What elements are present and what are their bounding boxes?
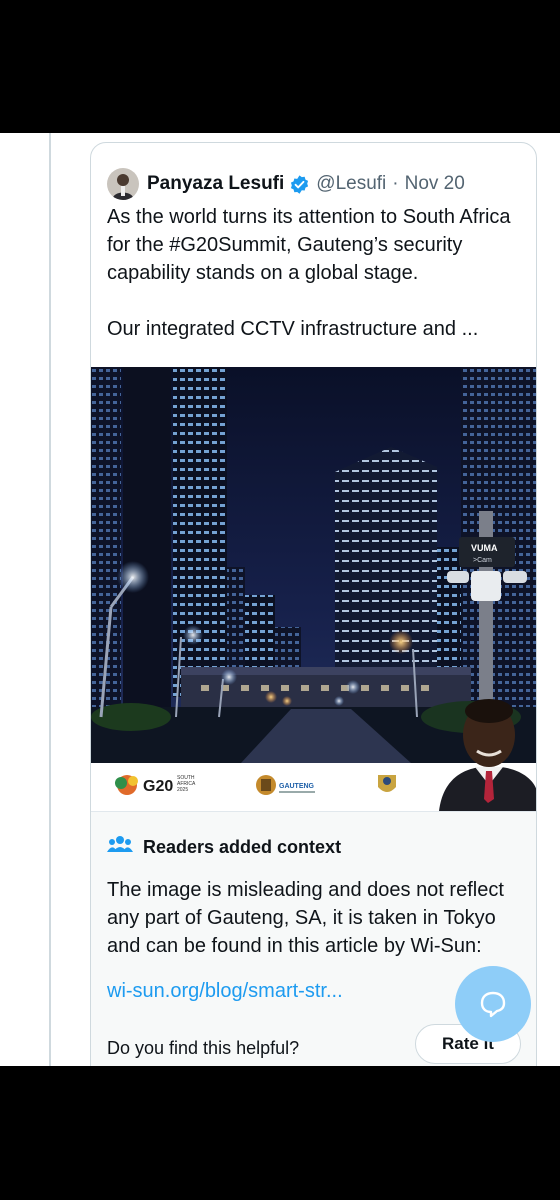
g20-label: G20 — [143, 778, 173, 795]
timeline-screen: Panyaza Lesufi @Lesufi · Nov 20 As the w… — [0, 133, 560, 1066]
post-image[interactable]: VUMA >Cam G20 SOUTH AFRICA 2025 GAUTENG — [91, 367, 536, 811]
author-name[interactable]: Panyaza Lesufi — [147, 173, 284, 195]
quoted-post-text: As the world turns its attention to Sout… — [107, 206, 511, 340]
chat-bubble-icon[interactable] — [455, 966, 531, 1042]
g20-sub-3: 2025 — [177, 787, 188, 793]
quoted-post-header: Panyaza Lesufi @Lesufi · Nov 20 — [107, 167, 465, 201]
people-group-icon — [107, 834, 133, 861]
thread-line — [49, 133, 51, 1066]
quoted-post-card[interactable]: Panyaza Lesufi @Lesufi · Nov 20 As the w… — [90, 142, 537, 1066]
verified-badge-icon — [289, 174, 310, 195]
avatar[interactable] — [107, 168, 139, 200]
community-notes-header: Readers added context — [107, 834, 341, 861]
navigation-bar-area — [0, 1066, 560, 1200]
status-bar-area — [0, 0, 560, 133]
community-note-link[interactable]: wi-sun.org/blog/smart-str... — [107, 980, 343, 1003]
helpful-question: Do you find this helpful? — [107, 1038, 300, 1058]
separator-dot: · — [392, 173, 399, 194]
community-note-text: The image is misleading and does not ref… — [107, 879, 504, 957]
author-handle[interactable]: @Lesufi — [316, 173, 386, 195]
g20-logo: G20 SOUTH AFRICA 2025 — [115, 775, 196, 795]
camera-sub: >Cam — [473, 557, 492, 564]
community-notes-title: Readers added context — [143, 837, 342, 857]
post-date[interactable]: Nov 20 — [405, 173, 465, 195]
coat-of-arms-logo — [378, 775, 396, 792]
gauteng-label: GAUTENG — [279, 783, 315, 790]
camera-brand: VUMA — [471, 543, 498, 553]
